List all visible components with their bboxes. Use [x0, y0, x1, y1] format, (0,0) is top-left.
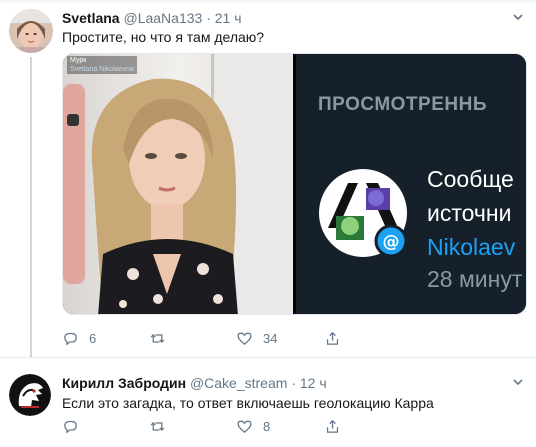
reply-icon [64, 332, 77, 345]
screenshot-time: 28 минут [427, 266, 523, 292]
timestamp[interactable]: 21 ч [215, 10, 242, 26]
avatar[interactable] [9, 374, 51, 416]
screenshot-username: Nikolaev [427, 234, 516, 260]
share-button[interactable] [324, 328, 341, 348]
avatar[interactable] [9, 9, 53, 53]
retweet-button[interactable] [149, 328, 176, 348]
media-screenshot-dark[interactable]: ПРОСМОТРЕННЬ @ Сообще источни Nikolaev 2… [296, 54, 526, 314]
separator-dot: · [206, 10, 211, 26]
tweet-actions: 6 34 [62, 328, 482, 348]
retweet-icon [150, 333, 165, 343]
media-photo-selfie[interactable]: Мурк Svetlana Nikolaevna [63, 54, 293, 314]
like-icon [237, 332, 252, 345]
reply-button[interactable] [62, 416, 89, 436]
screenshot-line: Сообще [427, 166, 514, 192]
tweet-actions: 8 [62, 416, 482, 436]
notification-avatar: @ [318, 168, 408, 258]
tweet-media[interactable]: Мурк Svetlana Nikolaevna ПРОСМОТРЕННЬ @ [62, 53, 527, 315]
like-button[interactable]: 34 [236, 328, 277, 348]
tweet-header: Кирилл Забродин @Cake_stream · 12 ч [62, 375, 327, 391]
chevron-down-icon[interactable] [512, 11, 524, 23]
user-handle[interactable]: @Cake_stream [190, 375, 287, 391]
reply-button[interactable]: 6 [62, 328, 96, 348]
screenshot-title: ПРОСМОТРЕННЬ [318, 94, 487, 115]
tweet[interactable]: Svetlana @LaaNa133 · 21 ч Простите, но ч… [0, 0, 536, 358]
retweet-button[interactable] [149, 416, 176, 436]
svg-text:@: @ [383, 232, 400, 252]
display-name[interactable]: Svetlana [62, 10, 120, 26]
timestamp[interactable]: 12 ч [300, 375, 327, 391]
media-caption: Мурк Svetlana Nikolaevna [67, 56, 137, 74]
share-icon [326, 331, 339, 345]
tweet-text: Простите, но что я там делаю? [62, 29, 265, 45]
thread-line [30, 57, 32, 358]
tweet-text: Если это загадка, то ответ включаешь гео… [62, 395, 434, 411]
like-count: 8 [263, 418, 271, 434]
retweet-icon [150, 421, 165, 431]
reply-count: 6 [89, 330, 97, 346]
screenshot-line: источни [427, 200, 512, 226]
like-icon [237, 420, 252, 433]
display-name[interactable]: Кирилл Забродин [62, 375, 186, 391]
share-button[interactable] [324, 416, 341, 436]
share-icon [326, 419, 339, 433]
separator-dot: · [291, 375, 296, 391]
tweet[interactable]: Кирилл Забродин @Cake_stream · 12 ч Если… [0, 358, 536, 447]
tweet-header: Svetlana @LaaNa133 · 21 ч [62, 10, 242, 26]
like-count: 34 [263, 330, 278, 346]
reply-icon [64, 420, 77, 433]
user-handle[interactable]: @LaaNa133 [123, 10, 202, 26]
caption-sub: Svetlana Nikolaevna [70, 66, 134, 73]
like-button[interactable]: 8 [236, 416, 270, 436]
caption-title: Мурк [70, 57, 87, 64]
chevron-down-icon[interactable] [512, 376, 524, 388]
